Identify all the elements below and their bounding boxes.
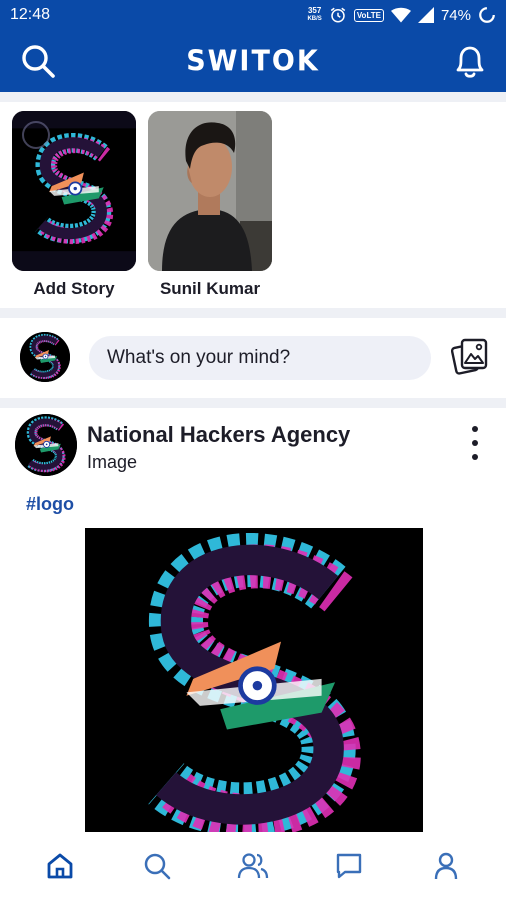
story-thumbnail [148,111,272,271]
section-divider [0,398,506,408]
friends-icon [237,853,269,879]
post-author-name[interactable]: National Hackers Agency [87,422,350,448]
add-story-thumbnail [12,111,136,271]
add-story-card[interactable]: Add Story [12,111,136,299]
add-photo-button[interactable] [450,336,490,376]
story-card-sunil-kumar[interactable]: Sunil Kumar [148,111,272,299]
app-bar: SWITOK [0,30,506,92]
switok-logo-image [15,414,77,476]
chat-icon [337,853,362,879]
battery-icon [479,7,495,23]
add-story-plus-icon [22,121,50,149]
stories-strip: Add Story Sunil Kumar [0,102,506,308]
switok-logo-image [20,332,70,382]
app-title: SWITOK [186,44,320,78]
person-photo [148,111,272,271]
post-author-avatar[interactable] [15,414,77,476]
story-label: Add Story [33,279,115,298]
network-speed: 357 KB/S [307,7,321,23]
feed-post: National Hackers Agency Image #logo [0,408,506,838]
post-composer: What's on your mind? [0,318,506,398]
nav-messages[interactable] [329,846,369,886]
status-icons: 357 KB/S VoLTE 74% [307,6,496,24]
battery-percent: 74% [440,6,471,24]
bottom-navigation [0,832,506,900]
post-image[interactable] [85,528,423,832]
user-avatar[interactable] [20,332,70,382]
network-speed-unit: KB/S [307,16,322,22]
home-icon [47,853,73,879]
post-more-button[interactable] [464,426,486,460]
status-time: 12:48 [10,6,51,23]
profile-icon [434,852,457,880]
photo-gallery-icon [450,338,488,375]
post-type: Image [87,452,138,472]
section-divider [0,308,506,318]
nav-profile[interactable] [426,846,466,886]
section-divider [0,92,506,102]
wifi-icon [390,7,411,23]
search-icon [144,853,170,880]
notifications-button[interactable] [452,42,488,80]
nav-search[interactable] [137,846,177,886]
bell-icon [456,46,484,78]
alarm-icon [330,7,346,23]
status-bar: 12:48 357 KB/S VoLTE 74% [0,0,506,30]
volte-badge: VoLTE [353,8,384,22]
switok-logo-image [85,528,423,832]
signal-icon [417,7,434,23]
search-button[interactable] [20,43,56,79]
search-icon [22,45,55,78]
nav-friends[interactable] [233,846,273,886]
network-speed-value: 357 [307,6,322,15]
nav-home[interactable] [40,846,80,886]
post-hashtag[interactable]: #logo [26,494,74,515]
story-label: Sunil Kumar [159,279,261,298]
whats-on-your-mind-input[interactable]: What's on your mind? [89,336,431,380]
more-vertical-icon [472,426,478,432]
